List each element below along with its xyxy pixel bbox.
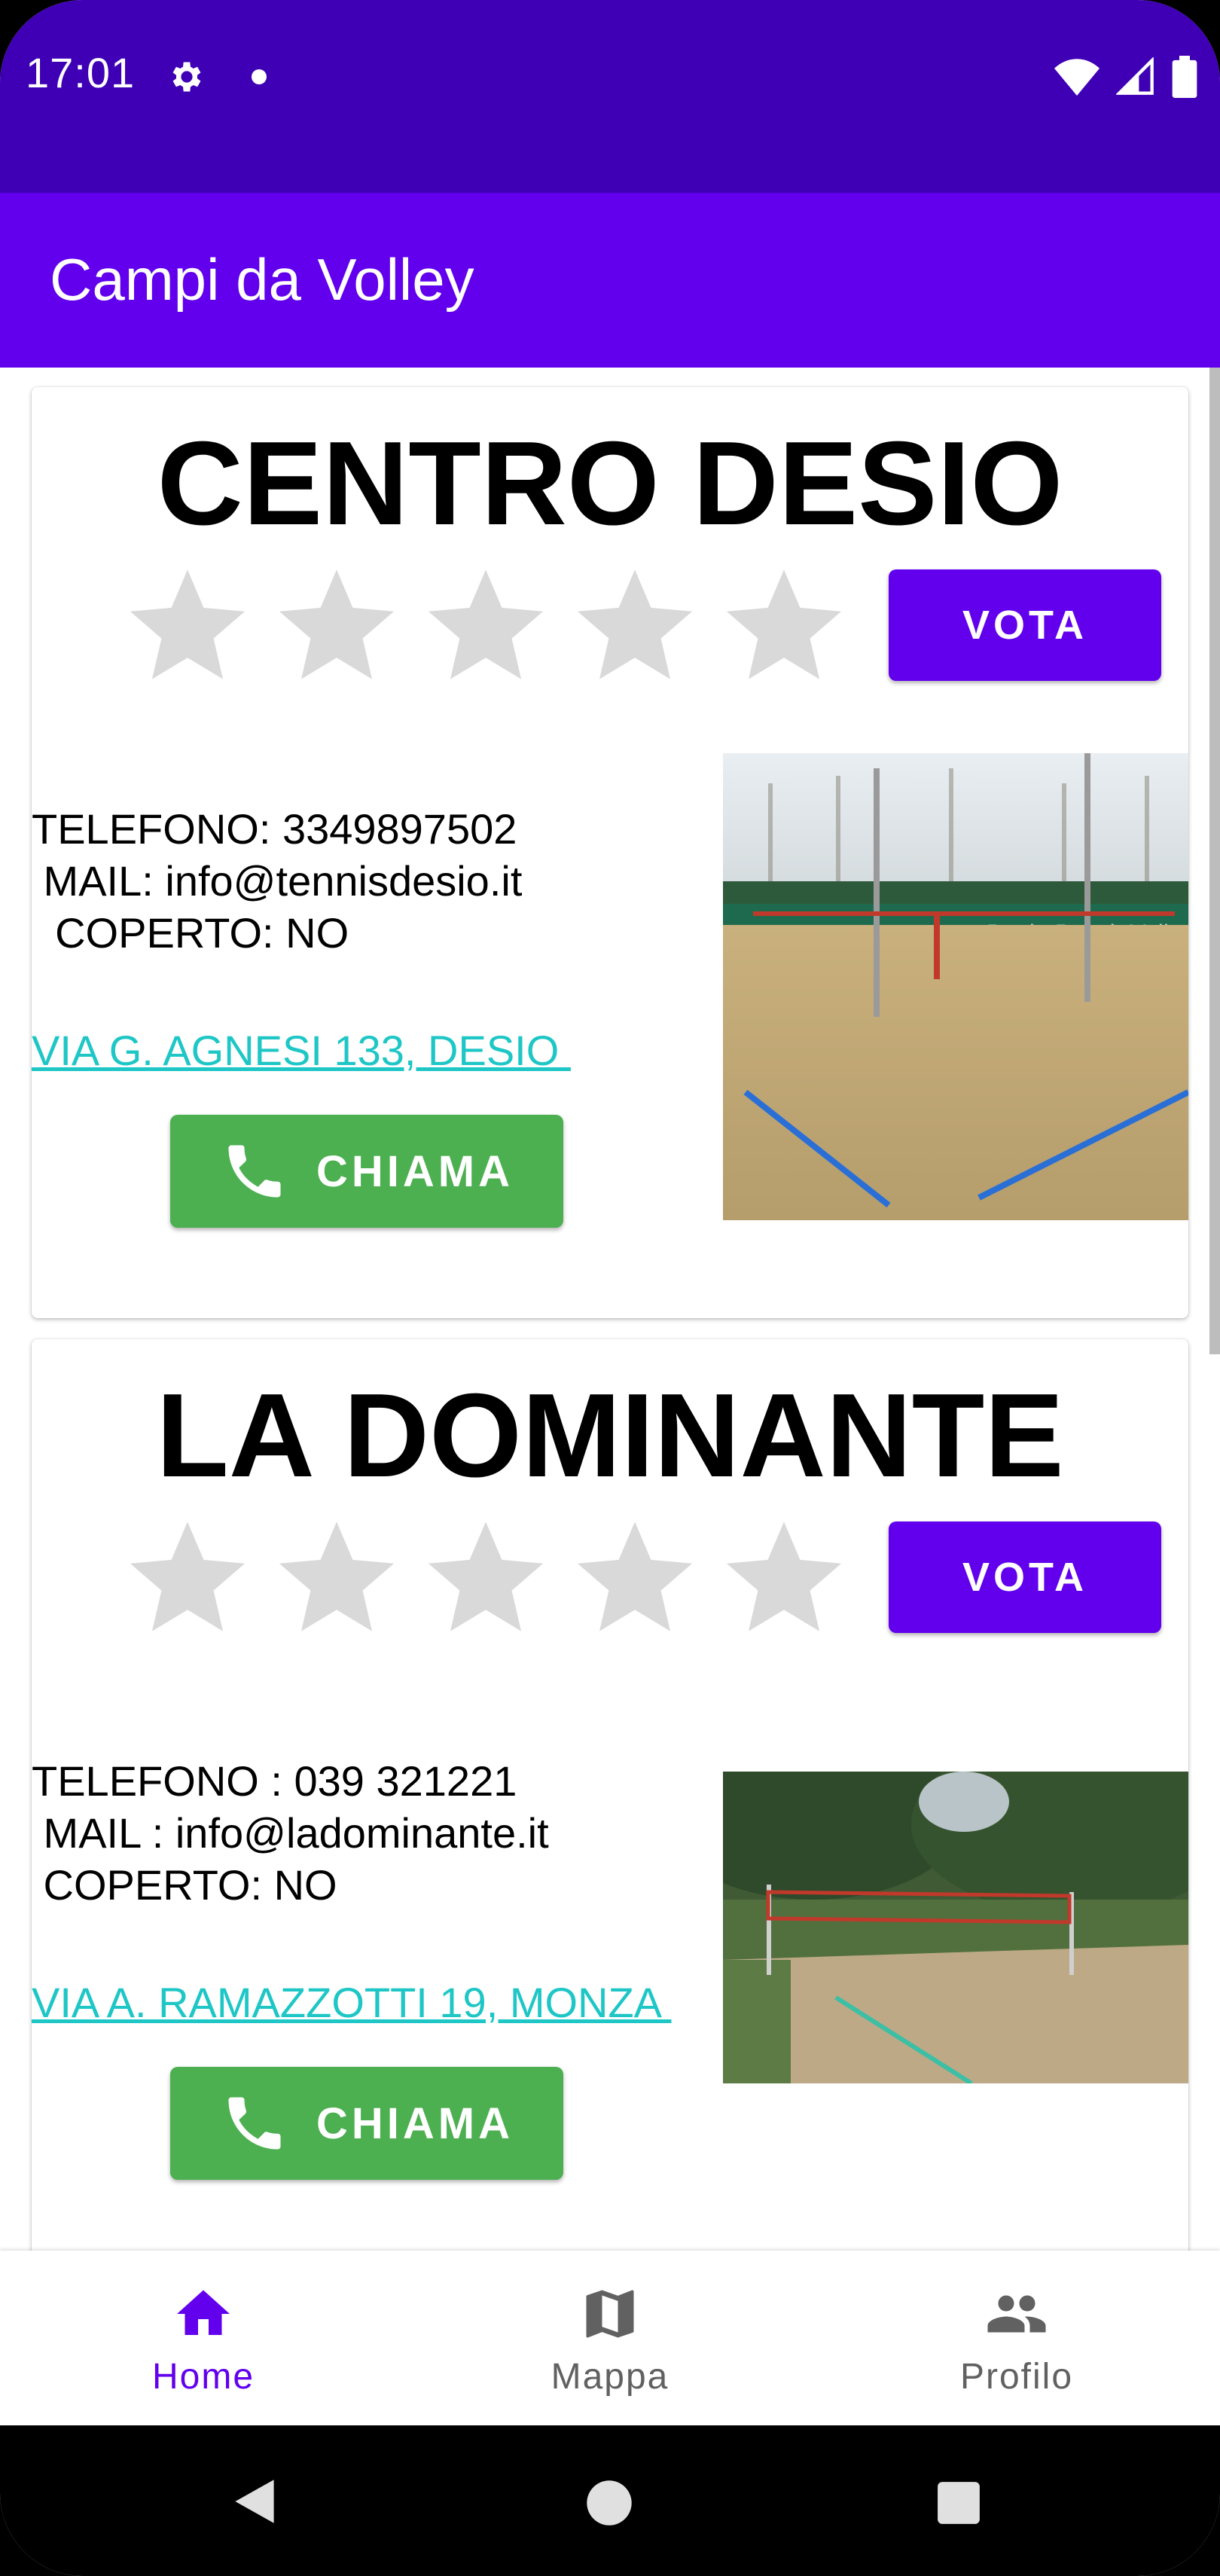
status-time: 17:01 — [26, 49, 136, 96]
notification-dot-icon — [252, 69, 267, 84]
court-name: LA DOMINANTE — [156, 1369, 1064, 1502]
back-icon[interactable] — [230, 2477, 279, 2526]
vote-button[interactable]: VOTA — [889, 1521, 1161, 1633]
signal-icon — [1116, 57, 1154, 95]
court-name: CENTRO DESIO — [157, 417, 1063, 550]
nav-label: Profilo — [959, 2357, 1074, 2397]
star-icon[interactable] — [721, 1514, 846, 1639]
mail-info: MAIL : info@ladominante.it — [32, 1809, 549, 1857]
star-icon[interactable] — [423, 1514, 548, 1639]
phone-icon — [228, 1145, 281, 1198]
bottom-navigation: Home Mappa Profilo — [0, 2251, 1220, 2425]
nav-home[interactable]: Home — [0, 2251, 407, 2425]
phone-info: TELEFONO : 039 321221 — [32, 1757, 517, 1805]
call-button[interactable]: CHIAMA — [170, 1115, 563, 1228]
rating-bar[interactable] — [125, 1514, 846, 1639]
star-icon[interactable] — [274, 1514, 399, 1639]
address-link[interactable]: VIA A. RAMAZZOTTI 19, MONZA — [32, 1978, 672, 2027]
nav-label: Home — [151, 2357, 255, 2397]
status-icons — [1054, 56, 1197, 98]
phone-icon — [228, 2097, 281, 2150]
court-photo — [723, 1772, 1188, 2083]
phone-screen: 17:01 Campi da Volley CENTRO DESIO VOTA … — [0, 0, 1220, 2576]
nav-label: Mappa — [551, 2357, 669, 2397]
phone-info: TELEFONO: 3349897502 — [32, 805, 517, 853]
star-icon[interactable] — [572, 1514, 697, 1639]
rating-bar[interactable] — [125, 562, 846, 687]
app-title: Campi da Volley — [50, 246, 474, 313]
star-icon[interactable] — [125, 562, 250, 687]
people-icon — [987, 2295, 1046, 2333]
mail-info: MAIL: info@tennisdesio.it — [32, 857, 523, 905]
star-icon[interactable] — [125, 1514, 250, 1639]
star-icon[interactable] — [721, 562, 846, 687]
court-list[interactable]: CENTRO DESIO VOTA TELEFONO: 3349897502 M… — [0, 368, 1220, 2251]
nav-map[interactable]: Mappa — [407, 2251, 813, 2425]
home-icon — [177, 2290, 230, 2335]
star-icon[interactable] — [423, 562, 548, 687]
address-link[interactable]: VIA G. AGNESI 133, DESIO — [32, 1026, 571, 1075]
star-icon[interactable] — [572, 562, 697, 687]
court-photo: Desio Beach Volley — [723, 753, 1188, 1220]
vote-button[interactable]: VOTA — [889, 569, 1161, 681]
court-card: CENTRO DESIO VOTA TELEFONO: 3349897502 M… — [32, 387, 1188, 1318]
scrollbar[interactable] — [1209, 368, 1220, 1354]
court-card: LA DOMINANTE VOTA TELEFONO : 039 321221 … — [32, 1339, 1188, 2251]
covered-info: COPERTO: NO — [32, 909, 349, 957]
call-button[interactable]: CHIAMA — [170, 2067, 563, 2180]
nav-profile[interactable]: Profilo — [813, 2251, 1220, 2425]
star-icon[interactable] — [274, 562, 399, 687]
map-icon — [586, 2290, 634, 2338]
home-circle-icon[interactable] — [584, 2478, 634, 2528]
system-navigation-bar — [0, 2425, 1220, 2576]
battery-icon — [1172, 56, 1197, 98]
wifi-icon — [1054, 59, 1100, 96]
call-button-label: CHIAMA — [316, 2098, 514, 2148]
settings-gear-icon — [172, 62, 201, 92]
covered-info: COPERTO: NO — [32, 1861, 337, 1909]
recents-square-icon[interactable] — [935, 2480, 982, 2526]
call-button-label: CHIAMA — [316, 1146, 514, 1196]
app-bar: Campi da Volley — [0, 193, 1220, 368]
status-bar: 17:01 — [0, 0, 1220, 193]
